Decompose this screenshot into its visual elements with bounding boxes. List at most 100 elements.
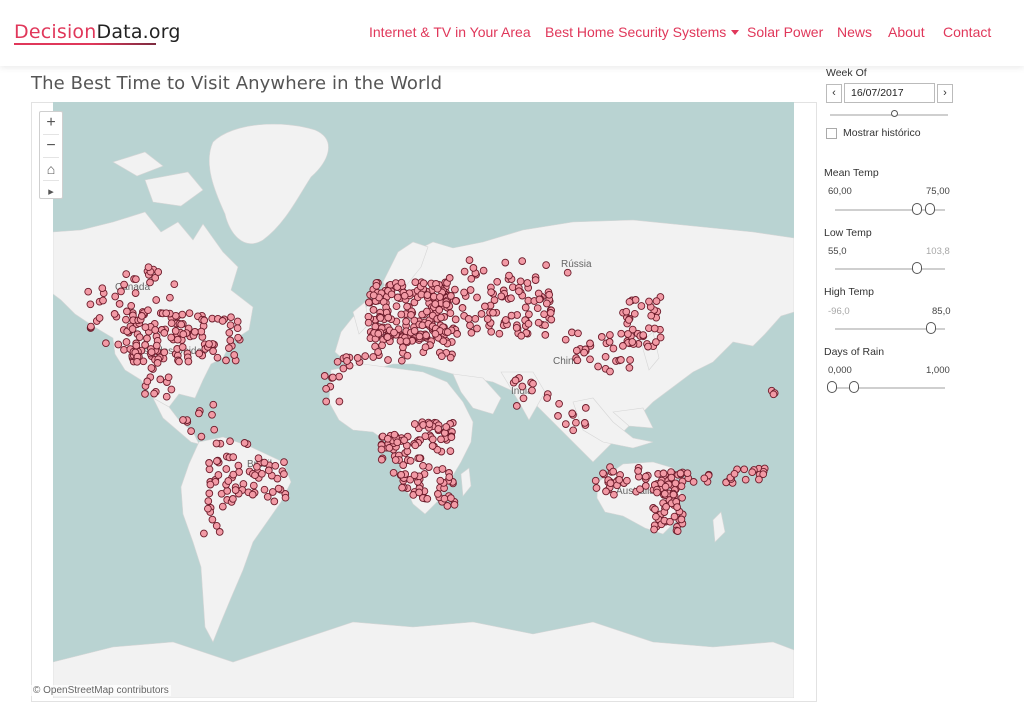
city-marker[interactable] <box>233 317 242 326</box>
nav-home-security[interactable]: Best Home Security Systems <box>545 24 740 40</box>
city-marker[interactable] <box>617 356 625 364</box>
city-marker[interactable] <box>545 290 554 299</box>
city-marker[interactable] <box>372 281 381 290</box>
city-marker[interactable] <box>171 327 180 335</box>
city-marker[interactable] <box>114 340 123 349</box>
city-marker[interactable] <box>423 291 432 299</box>
city-marker[interactable] <box>320 372 329 380</box>
city-marker[interactable] <box>393 438 402 447</box>
city-marker[interactable] <box>542 299 551 308</box>
city-marker[interactable] <box>179 330 188 339</box>
days-of-rain-max-handle[interactable] <box>849 381 859 393</box>
city-marker[interactable] <box>512 323 521 332</box>
city-marker[interactable] <box>639 331 648 339</box>
city-marker[interactable] <box>127 301 136 310</box>
city-marker[interactable] <box>84 287 93 296</box>
city-marker[interactable] <box>542 261 550 269</box>
city-marker[interactable] <box>240 439 249 447</box>
map-attribution[interactable]: © OpenStreetMap contributors <box>31 685 171 696</box>
city-marker[interactable] <box>410 471 419 480</box>
city-marker[interactable] <box>431 300 440 308</box>
city-marker[interactable] <box>512 402 521 410</box>
city-marker[interactable] <box>619 342 627 350</box>
city-marker[interactable] <box>628 338 637 346</box>
nav-about[interactable]: About <box>888 24 925 40</box>
city-marker[interactable] <box>667 473 676 482</box>
city-marker[interactable] <box>606 479 615 488</box>
city-marker[interactable] <box>233 324 242 333</box>
city-marker[interactable] <box>390 328 398 337</box>
city-marker[interactable] <box>436 476 445 485</box>
city-marker[interactable] <box>673 503 681 511</box>
city-marker[interactable] <box>397 470 406 479</box>
city-marker[interactable] <box>437 313 445 322</box>
city-marker[interactable] <box>400 436 408 445</box>
city-marker[interactable] <box>260 458 269 467</box>
city-marker[interactable] <box>644 342 652 351</box>
city-marker[interactable] <box>225 328 234 337</box>
city-marker[interactable] <box>229 470 238 479</box>
week-prev-button[interactable]: ‹ <box>826 84 842 103</box>
city-marker[interactable] <box>175 357 183 366</box>
city-marker[interactable] <box>421 432 430 441</box>
city-marker[interactable] <box>572 346 581 355</box>
city-marker[interactable] <box>599 469 607 478</box>
city-marker[interactable] <box>497 292 506 301</box>
city-marker[interactable] <box>464 315 473 323</box>
city-marker[interactable] <box>152 296 161 304</box>
city-marker[interactable] <box>661 482 670 491</box>
city-marker[interactable] <box>254 454 263 463</box>
city-marker[interactable] <box>99 296 107 305</box>
city-marker[interactable] <box>147 364 156 372</box>
city-marker[interactable] <box>339 364 348 373</box>
city-marker[interactable] <box>402 317 410 326</box>
city-marker[interactable] <box>213 457 221 465</box>
city-marker[interactable] <box>625 316 633 324</box>
city-marker[interactable] <box>447 494 455 502</box>
city-marker[interactable] <box>343 357 351 365</box>
days-of-rain-min-handle[interactable] <box>827 381 837 393</box>
city-marker[interactable] <box>248 490 257 499</box>
city-marker[interactable] <box>231 486 240 494</box>
city-marker[interactable] <box>493 277 502 286</box>
city-marker[interactable] <box>531 276 540 284</box>
city-marker[interactable] <box>393 293 402 302</box>
city-marker[interactable] <box>98 284 107 293</box>
city-marker[interactable] <box>224 477 233 485</box>
city-marker[interactable] <box>541 331 550 339</box>
city-marker[interactable] <box>625 297 634 306</box>
city-marker[interactable] <box>249 481 258 490</box>
city-marker[interactable] <box>540 310 548 319</box>
city-marker[interactable] <box>164 373 173 382</box>
city-marker[interactable] <box>626 356 634 364</box>
city-marker[interactable] <box>415 488 423 497</box>
city-marker[interactable] <box>102 339 110 348</box>
city-marker[interactable] <box>223 487 232 495</box>
city-marker[interactable] <box>153 359 162 367</box>
city-marker[interactable] <box>630 309 639 318</box>
city-marker[interactable] <box>204 497 213 505</box>
city-marker[interactable] <box>423 307 431 316</box>
city-marker[interactable] <box>466 321 474 330</box>
city-marker[interactable] <box>191 327 199 336</box>
city-marker[interactable] <box>415 454 424 463</box>
city-marker[interactable] <box>208 410 216 419</box>
city-marker[interactable] <box>471 314 480 323</box>
zoom-out-button[interactable]: − <box>40 135 62 157</box>
city-marker[interactable] <box>515 287 523 296</box>
week-next-button[interactable]: › <box>937 84 953 103</box>
city-marker[interactable] <box>335 397 344 406</box>
city-marker[interactable] <box>226 437 234 446</box>
city-marker[interactable] <box>210 425 219 434</box>
city-marker[interactable] <box>541 321 549 330</box>
city-marker[interactable] <box>460 288 468 297</box>
city-marker[interactable] <box>421 343 430 352</box>
city-marker[interactable] <box>529 379 537 388</box>
show-history-checkbox[interactable] <box>826 128 837 139</box>
city-marker[interactable] <box>554 412 562 420</box>
city-marker[interactable] <box>446 309 455 318</box>
city-marker[interactable] <box>700 474 709 483</box>
city-marker[interactable] <box>151 326 160 334</box>
city-marker[interactable] <box>133 357 141 366</box>
city-marker[interactable] <box>501 258 510 267</box>
